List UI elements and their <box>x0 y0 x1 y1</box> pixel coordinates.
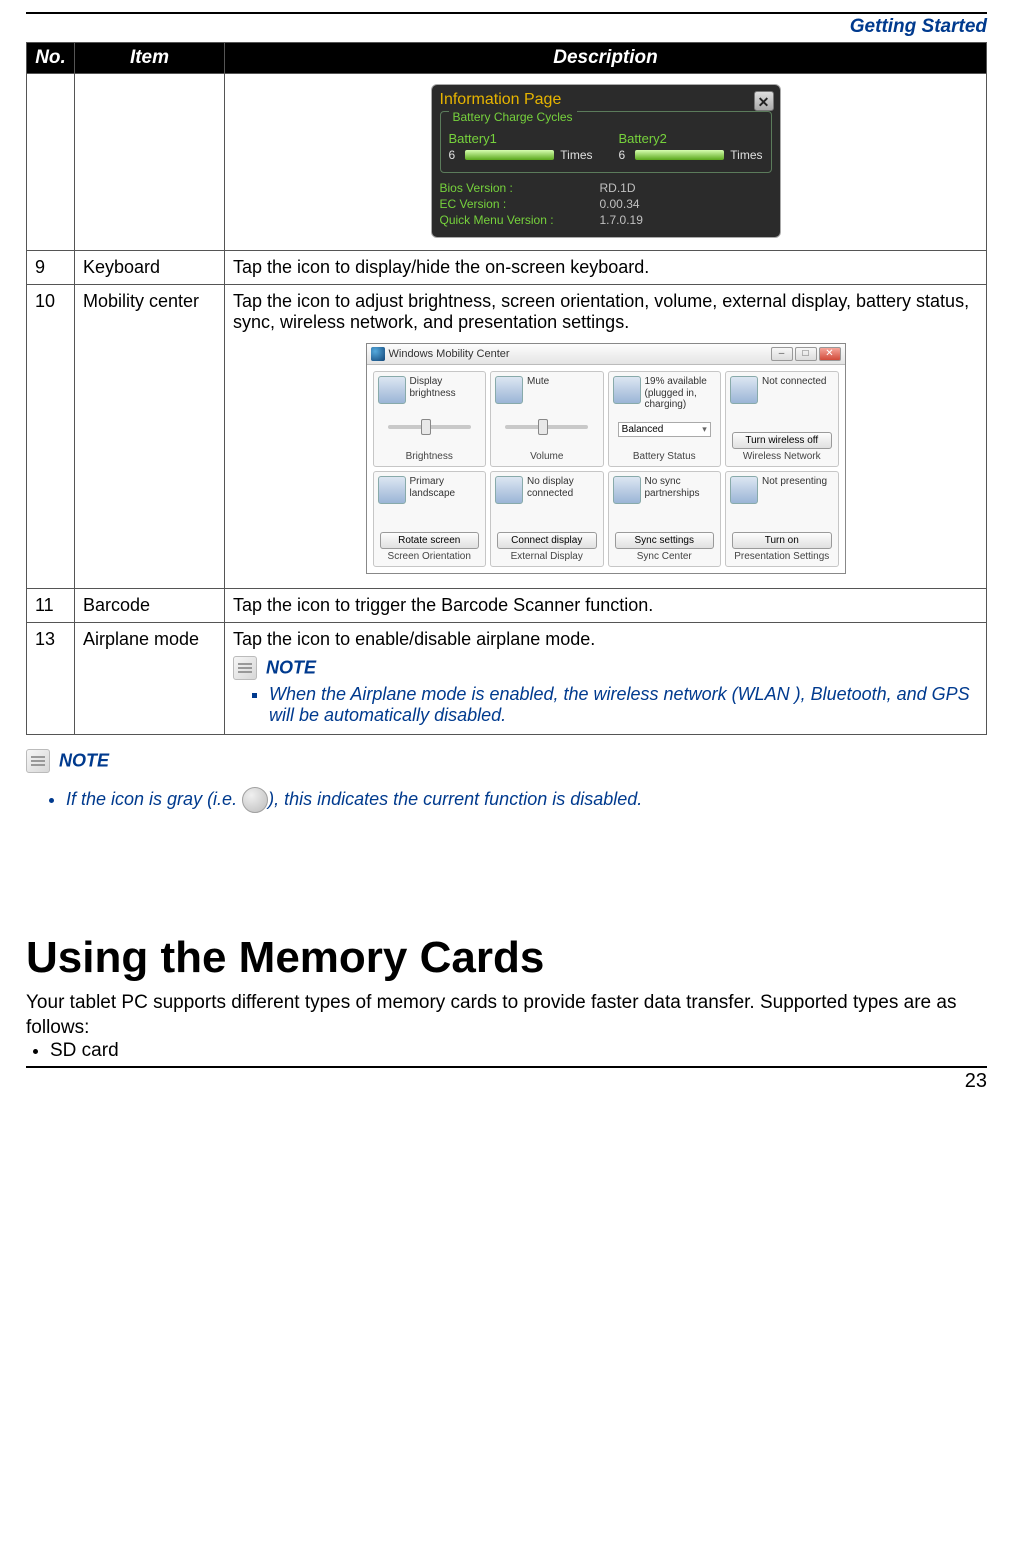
cell-desc: Tap the icon to adjust brightness, scree… <box>233 291 978 333</box>
tile-volume: Mute Volume <box>490 371 604 467</box>
sync-settings-button[interactable]: Sync settings <box>615 532 715 549</box>
table-row: 13 Airplane mode Tap the icon to enable/… <box>27 623 987 735</box>
presentation-turn-on-button[interactable]: Turn on <box>732 532 832 549</box>
tile-orientation: Primary landscape Rotate screen Screen O… <box>373 471 487 567</box>
tile-sync: No sync partnerships Sync settings Sync … <box>608 471 722 567</box>
cell-desc: Tap the icon to trigger the Barcode Scan… <box>225 589 987 623</box>
cell-no: 9 <box>27 251 75 285</box>
note-item: If the icon is gray (i.e. ), this indica… <box>66 787 987 813</box>
quickmenu-version-value: 1.7.0.19 <box>600 213 643 227</box>
memory-cards-para: Your tablet PC supports different types … <box>26 991 987 1040</box>
battery-icon <box>613 376 641 404</box>
note-icon <box>26 749 50 773</box>
tile-battery: 19% available (plugged in, charging) Bal… <box>608 371 722 467</box>
battery2-bar <box>635 150 725 160</box>
bios-version-key: Bios Version : <box>440 181 600 195</box>
connect-display-button[interactable]: Connect display <box>497 532 597 549</box>
tile-caption: Screen Orientation <box>378 549 482 562</box>
table-row: ✕ Information Page Battery Charge Cycles… <box>27 74 987 251</box>
note-label: NOTE <box>266 658 316 678</box>
mobility-center-window: Windows Mobility Center – □ ✕ Display br… <box>366 343 846 574</box>
tile-caption: Sync Center <box>613 549 717 562</box>
cell-desc: Tap the icon to enable/disable airplane … <box>233 629 978 650</box>
tile-wireless: Not connected Turn wireless off Wireless… <box>725 371 839 467</box>
cell-item: Keyboard <box>75 251 225 285</box>
info-page-title: Information Page <box>440 91 772 111</box>
rotate-screen-button[interactable]: Rotate screen <box>380 532 480 549</box>
page-section-title: Getting Started <box>26 16 987 42</box>
ec-version-key: EC Version : <box>440 197 600 211</box>
memory-card-type: SD card <box>50 1040 987 1062</box>
table-row: 9 Keyboard Tap the icon to display/hide … <box>27 251 987 285</box>
volume-slider[interactable] <box>505 425 588 429</box>
tile-presentation: Not presenting Turn on Presentation Sett… <box>725 471 839 567</box>
brightness-icon <box>378 376 406 404</box>
sync-icon <box>613 476 641 504</box>
battery1-bar <box>465 150 555 160</box>
cell-no: 10 <box>27 285 75 589</box>
th-item: Item <box>75 43 225 74</box>
cell-desc: Tap the icon to display/hide the on-scre… <box>225 251 987 285</box>
cell-item: Mobility center <box>75 285 225 589</box>
tile-caption: Volume <box>495 449 599 462</box>
power-plan-combo[interactable]: Balanced <box>618 422 711 437</box>
note-label: NOTE <box>59 751 109 771</box>
window-maximize-icon[interactable]: □ <box>795 347 817 361</box>
cell-item: Barcode <box>75 589 225 623</box>
tile-caption: Presentation Settings <box>730 549 834 562</box>
th-no: No. <box>27 43 75 74</box>
window-close-icon[interactable]: ✕ <box>819 347 841 361</box>
times-label: Times <box>730 148 762 162</box>
tile-caption: Wireless Network <box>730 449 834 462</box>
orientation-icon <box>378 476 406 504</box>
tile-caption: Brightness <box>378 449 482 462</box>
battery1-label: Battery1 <box>449 131 593 146</box>
close-icon[interactable]: ✕ <box>754 91 774 111</box>
battery-cycles-label: Battery Charge Cycles <box>449 110 577 124</box>
quickmenu-version-key: Quick Menu Version : <box>440 213 600 227</box>
brightness-slider[interactable] <box>388 425 471 429</box>
external-display-icon <box>495 476 523 504</box>
table-row: 11 Barcode Tap the icon to trigger the B… <box>27 589 987 623</box>
cell-no: 13 <box>27 623 75 735</box>
tile-caption: External Display <box>495 549 599 562</box>
cell-no: 11 <box>27 589 75 623</box>
wireless-toggle-button[interactable]: Turn wireless off <box>732 432 832 449</box>
page-number: 23 <box>26 1066 987 1093</box>
th-desc: Description <box>225 43 987 74</box>
memory-cards-heading: Using the Memory Cards <box>26 933 987 983</box>
volume-icon <box>495 376 523 404</box>
tile-external-display: No display connected Connect display Ext… <box>490 471 604 567</box>
mobility-center-app-icon <box>371 347 385 361</box>
battery2-label: Battery2 <box>619 131 763 146</box>
table-row: 10 Mobility center Tap the icon to adjus… <box>27 285 987 589</box>
tile-caption: Battery Status <box>613 449 717 462</box>
wwan-gray-icon <box>242 787 268 813</box>
note-item: When the Airplane mode is enabled, the w… <box>269 684 978 726</box>
quickmenu-table: No. Item Description ✕ Information Page … <box>26 42 987 735</box>
tile-brightness: Display brightness Brightness <box>373 371 487 467</box>
wireless-icon <box>730 376 758 404</box>
bios-version-value: RD.1D <box>600 181 636 195</box>
presentation-icon <box>730 476 758 504</box>
battery2-value: 6 <box>619 148 629 162</box>
ec-version-value: 0.00.34 <box>600 197 640 211</box>
note-icon <box>233 656 257 680</box>
mobility-center-title: Windows Mobility Center <box>389 348 767 360</box>
times-label: Times <box>560 148 592 162</box>
battery1-value: 6 <box>449 148 459 162</box>
information-page-panel: ✕ Information Page Battery Charge Cycles… <box>431 84 781 238</box>
cell-item: Airplane mode <box>75 623 225 735</box>
window-minimize-icon[interactable]: – <box>771 347 793 361</box>
